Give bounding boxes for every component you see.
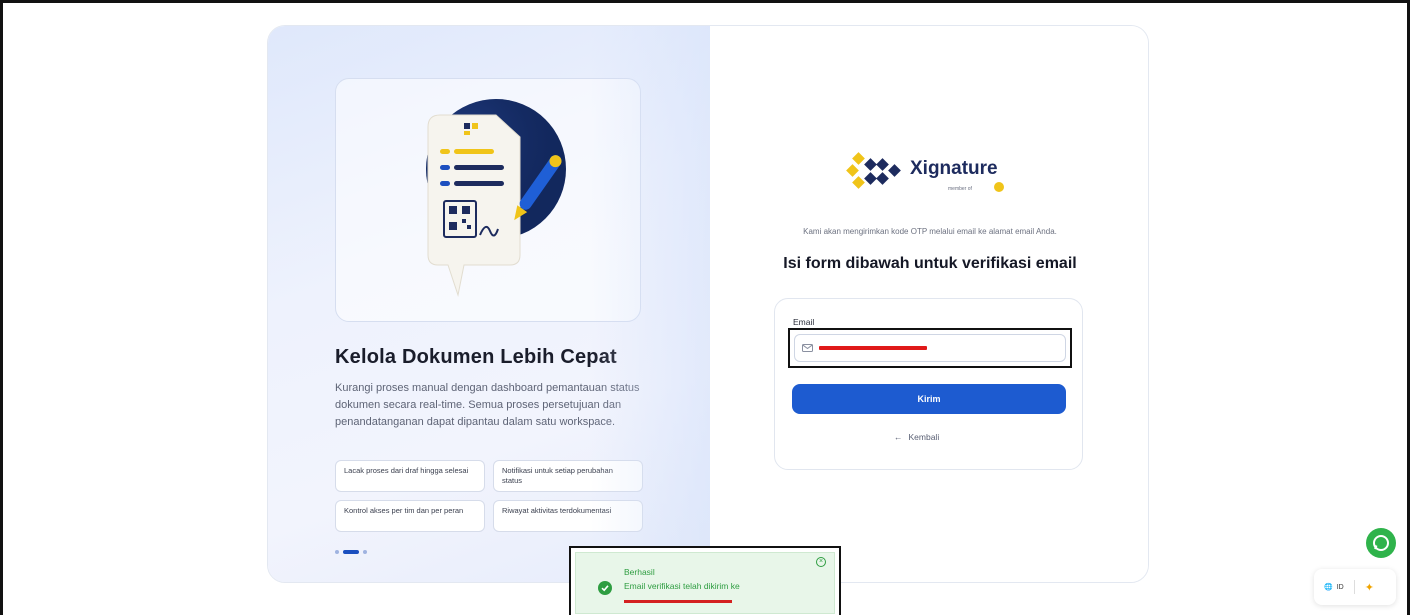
back-label: Kembali xyxy=(908,432,940,442)
email-label: Email xyxy=(793,317,815,327)
document-signing-illustration xyxy=(426,99,566,297)
page-frame: Kelola Dokumen Lebih Cepat Kurangi prose… xyxy=(0,0,1410,615)
back-link[interactable]: ← Kembali xyxy=(894,432,939,442)
brand-name: Xignature xyxy=(910,158,998,179)
email-field-highlight xyxy=(788,328,1072,368)
submit-button[interactable]: Kirim xyxy=(792,384,1066,414)
success-toast-highlight: Berhasil Email verifikasi telah dikirim … xyxy=(569,546,841,615)
auth-card: Kelola Dokumen Lebih Cepat Kurangi prose… xyxy=(267,25,1149,583)
success-toast: Berhasil Email verifikasi telah dikirim … xyxy=(575,552,835,614)
whatsapp-icon xyxy=(1373,535,1389,551)
toast-title: Berhasil xyxy=(624,567,655,577)
hero-description: Kurangi proses manual dengan dashboard p… xyxy=(335,382,640,428)
toast-message: Email verifikasi telah dikirim ke xyxy=(624,581,740,591)
language-code: ID xyxy=(1336,583,1344,591)
mail-icon xyxy=(802,344,813,352)
member-badge-icon xyxy=(994,182,1004,192)
feature-card: Notifikasi untuk setiap perubahan status xyxy=(493,460,643,492)
xignature-logo: Xignature member of xyxy=(844,148,1014,196)
language-switcher[interactable]: 🌐 ID ✦ xyxy=(1314,569,1396,605)
brand-member-text: member of xyxy=(948,186,972,192)
redacted-toast-email xyxy=(624,600,732,603)
feature-card: Riwayat aktivitas terdokumentasi xyxy=(493,500,643,532)
hero-panel: Kelola Dokumen Lebih Cepat Kurangi prose… xyxy=(268,26,710,582)
carousel-dot-active[interactable] xyxy=(343,550,359,554)
redacted-email-value xyxy=(819,346,927,350)
form-panel: Xignature member of Kami akan mengirimka… xyxy=(710,26,1148,582)
divider xyxy=(1353,580,1355,594)
feature-card: Lacak proses dari draf hingga selesai xyxy=(335,460,485,492)
carousel-dot[interactable] xyxy=(335,550,339,554)
globe-icon: 🌐 xyxy=(1324,584,1333,591)
email-input[interactable] xyxy=(794,334,1066,362)
carousel-dot[interactable] xyxy=(363,550,367,554)
logo-mark-icon xyxy=(846,152,901,189)
accessibility-icon[interactable]: ✦ xyxy=(1365,581,1374,594)
close-icon[interactable]: × xyxy=(816,557,826,567)
feature-card: Kontrol akses per tim dan per peran xyxy=(335,500,485,532)
carousel-indicator xyxy=(335,550,367,554)
form-title: Isi form dibawah untuk verifikasi email xyxy=(783,255,1077,272)
check-circle-icon xyxy=(598,581,612,595)
hero-headline: Kelola Dokumen Lebih Cepat xyxy=(335,346,617,368)
arrow-left-icon: ← xyxy=(894,432,903,442)
hero-illustration xyxy=(335,78,641,322)
otp-note: Kami akan mengirimkan kode OTP melalui e… xyxy=(803,227,1057,236)
whatsapp-button[interactable] xyxy=(1366,528,1396,558)
